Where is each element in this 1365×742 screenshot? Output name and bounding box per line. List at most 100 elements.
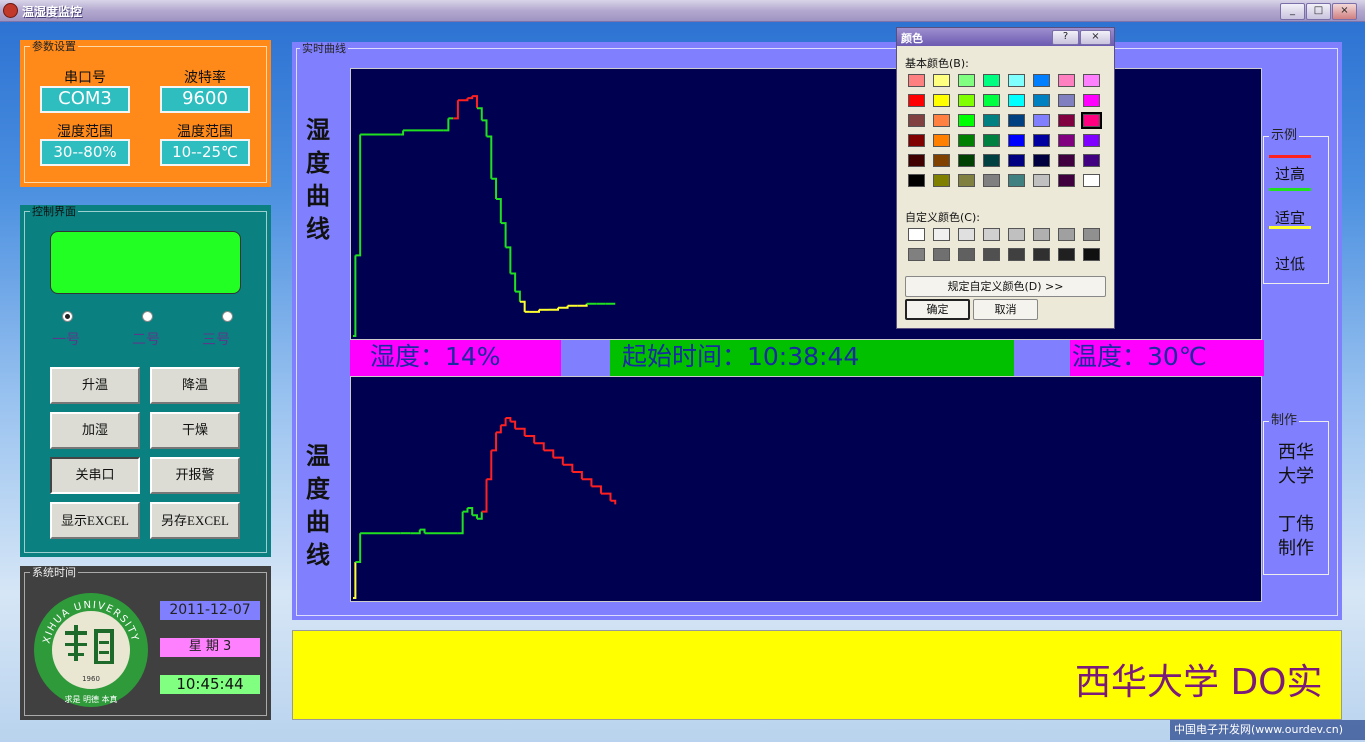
basic-color-swatch[interactable] — [908, 134, 925, 147]
basic-color-swatch[interactable] — [1008, 154, 1025, 167]
basic-color-swatch[interactable] — [908, 74, 925, 87]
basic-color-swatch[interactable] — [983, 134, 1000, 147]
basic-color-swatch[interactable] — [1083, 94, 1100, 107]
basic-color-swatch[interactable] — [933, 74, 950, 87]
custom-color-swatch[interactable] — [1058, 248, 1075, 261]
basic-color-swatch[interactable] — [1008, 174, 1025, 187]
show-excel-button[interactable]: 显示EXCEL — [50, 502, 140, 539]
title-bar[interactable]: 温湿度监控 _ □ × — [0, 0, 1365, 22]
basic-color-swatch[interactable] — [1033, 94, 1050, 107]
maximize-button[interactable]: □ — [1306, 3, 1331, 20]
close-port-button[interactable]: 关串口 — [50, 457, 140, 494]
custom-color-swatch[interactable] — [1033, 228, 1050, 241]
basic-color-swatch[interactable] — [1083, 154, 1100, 167]
basic-color-swatch[interactable] — [908, 114, 925, 127]
radio-1[interactable] — [62, 311, 73, 322]
custom-color-swatch[interactable] — [958, 228, 975, 241]
basic-color-swatch[interactable] — [1008, 134, 1025, 147]
control-panel: 控制界面 一号 二号 三号 升温 降温 加湿 干燥 关串口 开报警 显示EXCE… — [20, 205, 271, 557]
basic-color-swatch[interactable] — [1058, 114, 1075, 127]
basic-color-swatch[interactable] — [983, 74, 1000, 87]
cool-down-button[interactable]: 降温 — [150, 367, 240, 404]
watermark: 中国电子开发网(www.ourdev.cn) — [1170, 720, 1365, 740]
basic-color-swatch[interactable] — [933, 154, 950, 167]
basic-color-swatch[interactable] — [1033, 114, 1050, 127]
credits-author: 丁伟 制作 — [1278, 514, 1314, 559]
legend-ok-swatch — [1269, 188, 1311, 191]
basic-color-swatch[interactable] — [958, 154, 975, 167]
color-dialog[interactable]: 颜色 ? × 基本颜色(B): 自定义颜色(C): 规定自定义颜色(D) >> … — [896, 27, 1115, 329]
custom-color-swatch[interactable] — [958, 248, 975, 261]
basic-color-swatch[interactable] — [958, 114, 975, 127]
clock-title: 系统时间 — [30, 566, 78, 579]
radio-3[interactable] — [222, 311, 233, 322]
custom-color-swatch[interactable] — [983, 248, 1000, 261]
custom-color-swatch[interactable] — [908, 248, 925, 261]
humidify-button[interactable]: 加湿 — [50, 412, 140, 449]
custom-color-swatch[interactable] — [1083, 248, 1100, 261]
custom-color-swatch[interactable] — [983, 228, 1000, 241]
basic-color-swatch[interactable] — [1008, 114, 1025, 127]
status-indicator — [50, 231, 241, 294]
temp-range-field[interactable]: 10--25℃ — [160, 139, 250, 166]
basic-color-swatch[interactable] — [983, 114, 1000, 127]
temp-chart-label: 温度 曲线 — [306, 442, 330, 569]
heat-up-button[interactable]: 升温 — [50, 367, 140, 404]
basic-color-swatch[interactable] — [933, 114, 950, 127]
baud-field[interactable]: 9600 — [160, 86, 250, 113]
basic-color-swatch[interactable] — [1033, 174, 1050, 187]
basic-color-swatch[interactable] — [1033, 134, 1050, 147]
basic-color-swatch[interactable] — [958, 74, 975, 87]
basic-color-swatch[interactable] — [983, 154, 1000, 167]
basic-color-swatch[interactable] — [983, 94, 1000, 107]
basic-color-swatch[interactable] — [1083, 134, 1100, 147]
basic-color-swatch[interactable] — [908, 94, 925, 107]
custom-color-swatch[interactable] — [1058, 228, 1075, 241]
custom-color-swatch[interactable] — [908, 228, 925, 241]
logo-year: 1960 — [82, 675, 100, 683]
basic-color-swatch[interactable] — [1058, 94, 1075, 107]
port-field[interactable]: COM3 — [40, 86, 130, 113]
custom-color-swatch[interactable] — [1008, 228, 1025, 241]
basic-color-swatch[interactable] — [908, 154, 925, 167]
ok-button[interactable]: 确定 — [905, 299, 970, 320]
params-title: 参数设置 — [30, 40, 78, 53]
open-alarm-button[interactable]: 开报警 — [150, 457, 240, 494]
basic-color-swatch[interactable] — [1083, 174, 1100, 187]
help-button[interactable]: ? — [1052, 30, 1079, 45]
basic-color-swatch[interactable] — [1081, 112, 1102, 129]
basic-color-swatch[interactable] — [933, 134, 950, 147]
basic-color-swatch[interactable] — [958, 174, 975, 187]
basic-color-swatch[interactable] — [908, 174, 925, 187]
basic-color-swatch[interactable] — [1083, 74, 1100, 87]
basic-color-swatch[interactable] — [933, 94, 950, 107]
basic-color-swatch[interactable] — [1058, 154, 1075, 167]
color-dialog-titlebar[interactable]: 颜色 ? × — [897, 28, 1114, 46]
basic-color-swatch[interactable] — [1008, 94, 1025, 107]
custom-colors-label: 自定义颜色(C): — [905, 211, 980, 224]
basic-color-swatch[interactable] — [1008, 74, 1025, 87]
dialog-close-button[interactable]: × — [1080, 30, 1111, 45]
basic-color-swatch[interactable] — [1033, 74, 1050, 87]
basic-color-swatch[interactable] — [983, 174, 1000, 187]
basic-color-swatch[interactable] — [1058, 74, 1075, 87]
basic-color-swatch[interactable] — [1033, 154, 1050, 167]
basic-color-swatch[interactable] — [1058, 174, 1075, 187]
minimize-button[interactable]: _ — [1280, 3, 1305, 20]
close-button[interactable]: × — [1332, 3, 1357, 20]
custom-color-swatch[interactable] — [933, 228, 950, 241]
custom-color-swatch[interactable] — [1083, 228, 1100, 241]
basic-color-swatch[interactable] — [958, 134, 975, 147]
basic-color-swatch[interactable] — [1058, 134, 1075, 147]
custom-color-swatch[interactable] — [1008, 248, 1025, 261]
custom-color-swatch[interactable] — [1033, 248, 1050, 261]
save-excel-button[interactable]: 另存EXCEL — [150, 502, 240, 539]
cancel-button[interactable]: 取消 — [973, 299, 1038, 320]
basic-color-swatch[interactable] — [933, 174, 950, 187]
hum-range-field[interactable]: 30--80% — [40, 139, 130, 166]
radio-2[interactable] — [142, 311, 153, 322]
custom-color-swatch[interactable] — [933, 248, 950, 261]
basic-color-swatch[interactable] — [958, 94, 975, 107]
define-custom-colors-button[interactable]: 规定自定义颜色(D) >> — [905, 276, 1106, 297]
dry-button[interactable]: 干燥 — [150, 412, 240, 449]
